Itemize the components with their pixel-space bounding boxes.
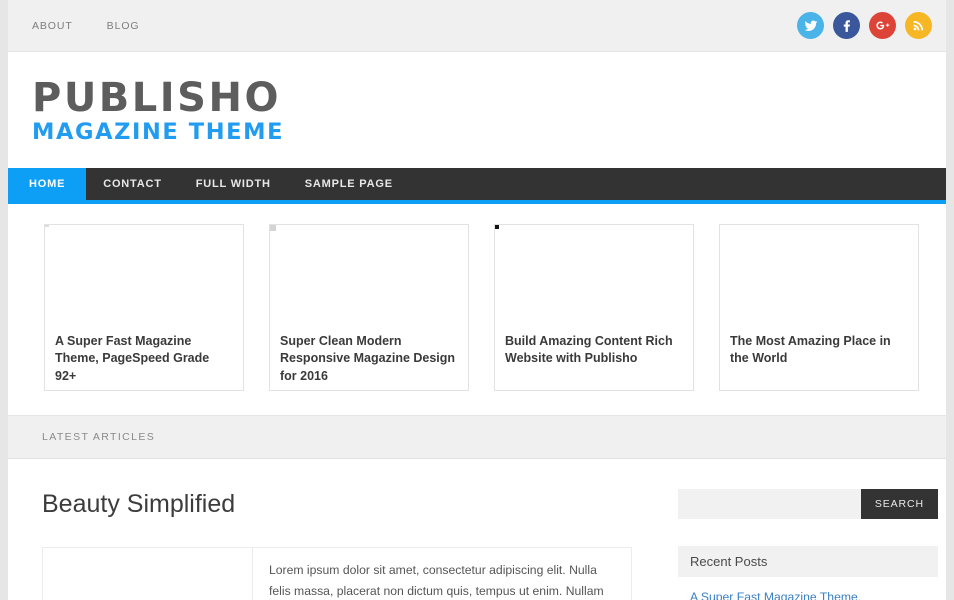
- site-shell: ABOUT BLOG PUBLISHO MAGAZINE THEME HOME …: [8, 0, 946, 600]
- featured-card-title: A Super Fast Magazine Theme, PageSpeed G…: [55, 333, 210, 384]
- green-field-windmill-photo: [720, 225, 918, 324]
- laptop-on-wooden-desk-photo: [45, 225, 243, 324]
- nav-item-contact[interactable]: CONTACT: [86, 168, 179, 200]
- site-logo-title[interactable]: PUBLISHO: [32, 78, 946, 119]
- top-nav: ABOUT BLOG: [32, 20, 797, 32]
- woman-lips-beauty-photo[interactable]: [43, 547, 253, 600]
- search-widget: SEARCH: [678, 488, 938, 519]
- main-nav: HOME CONTACT FULL WIDTH SAMPLE PAGE: [8, 167, 946, 204]
- featured-card[interactable]: The Most Amazing Place in the World: [719, 223, 919, 391]
- rss-icon[interactable]: [905, 12, 932, 39]
- article-excerpt: Lorem ipsum dolor sit amet, consectetur …: [269, 562, 604, 598]
- blue-living-room-interior-photo: [495, 225, 693, 324]
- page-root: ABOUT BLOG PUBLISHO MAGAZINE THEME HOME …: [0, 0, 954, 600]
- featured-card[interactable]: A Super Fast Magazine Theme, PageSpeed G…: [44, 223, 244, 391]
- search-input[interactable]: [678, 488, 861, 519]
- recent-post-link[interactable]: A Super Fast Magazine Theme, PageSpeed G…: [690, 588, 926, 600]
- article-column: Beauty Simplified Lorem ipsum dolor sit …: [8, 458, 656, 600]
- top-utility-bar: ABOUT BLOG: [8, 0, 946, 52]
- search-button[interactable]: SEARCH: [860, 488, 938, 519]
- recent-posts-widget: Recent Posts A Super Fast Magazine Theme…: [678, 545, 938, 600]
- facebook-icon[interactable]: [833, 12, 860, 39]
- social-links: [797, 12, 932, 39]
- featured-card[interactable]: Build Amazing Content Rich Website with …: [494, 223, 694, 391]
- latest-articles-label: LATEST ARTICLES: [42, 430, 156, 443]
- top-nav-item-about[interactable]: ABOUT: [32, 20, 73, 32]
- google-plus-icon[interactable]: [869, 12, 896, 39]
- featured-card-title: Super Clean Modern Responsive Magazine D…: [280, 333, 456, 384]
- twitter-icon[interactable]: [797, 12, 824, 39]
- recent-posts-list: A Super Fast Magazine Theme, PageSpeed G…: [678, 577, 938, 600]
- latest-articles-bar: LATEST ARTICLES: [8, 414, 946, 459]
- top-nav-item-blog[interactable]: BLOG: [107, 20, 140, 32]
- site-logo-tagline: MAGAZINE THEME: [32, 118, 285, 145]
- featured-card-title: The Most Amazing Place in the World: [730, 333, 891, 366]
- featured-card[interactable]: Super Clean Modern Responsive Magazine D…: [269, 223, 469, 391]
- article-title[interactable]: Beauty Simplified: [42, 489, 632, 519]
- content-area: Beauty Simplified Lorem ipsum dolor sit …: [8, 458, 946, 600]
- masthead: PUBLISHO MAGAZINE THEME: [8, 52, 946, 168]
- nav-item-sample-page[interactable]: SAMPLE PAGE: [288, 168, 410, 200]
- imac-desktop-workspace-photo: [270, 225, 468, 324]
- nav-item-home[interactable]: HOME: [8, 167, 87, 200]
- sidebar: SEARCH Recent Posts A Super Fast Magazin…: [656, 458, 938, 600]
- nav-item-full-width[interactable]: FULL WIDTH: [179, 168, 288, 200]
- article-preview: Lorem ipsum dolor sit amet, consectetur …: [42, 546, 632, 600]
- recent-posts-title: Recent Posts: [678, 545, 938, 577]
- featured-card-title: Build Amazing Content Rich Website with …: [505, 333, 673, 366]
- featured-cards: A Super Fast Magazine Theme, PageSpeed G…: [8, 203, 946, 415]
